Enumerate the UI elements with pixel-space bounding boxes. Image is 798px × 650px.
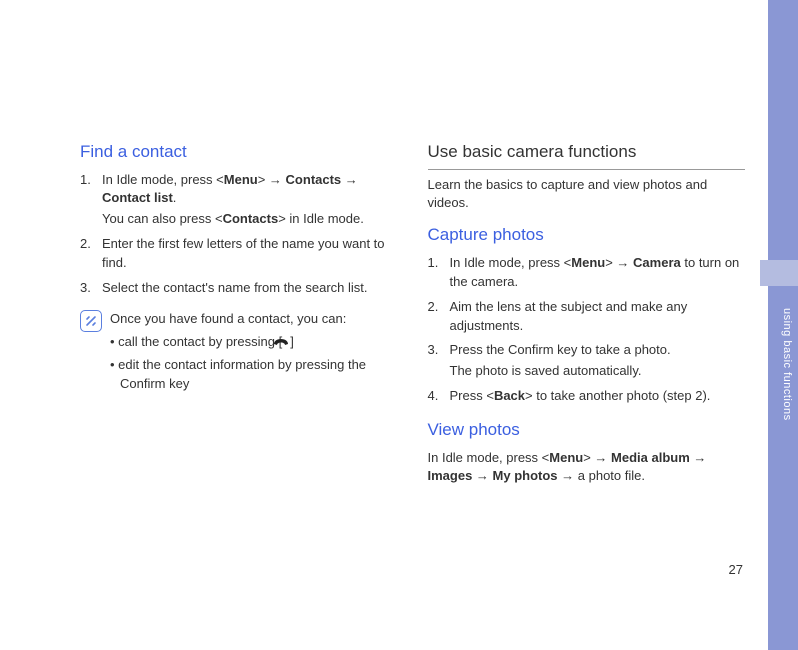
list-item: In Idle mode, press <Menu> → Contacts → …	[80, 171, 398, 230]
t: Contacts	[286, 172, 342, 187]
side-tab	[760, 260, 798, 286]
t: Contacts	[223, 211, 279, 226]
page-content: Find a contact In Idle mode, press <Menu…	[80, 140, 745, 486]
note-icon	[80, 310, 102, 332]
heading-find-contact: Find a contact	[80, 140, 398, 165]
t: My photos	[493, 468, 558, 483]
t: →	[472, 468, 492, 483]
page-number: 27	[729, 561, 743, 580]
t: Menu	[224, 172, 258, 187]
t: > in Idle mode.	[278, 211, 364, 226]
note-box: Once you have found a contact, you can: …	[80, 310, 398, 396]
view-photos-body: In Idle mode, press <Menu> → Media album…	[428, 449, 746, 487]
t: Camera	[633, 255, 681, 270]
t: In Idle mode, press <	[102, 172, 224, 187]
side-label: using basic functions	[778, 308, 794, 421]
camera-intro: Learn the basics to capture and view pho…	[428, 176, 746, 214]
t: Press <	[450, 388, 494, 403]
step1-sub: You can also press <Contacts> in Idle mo…	[102, 210, 398, 229]
list-item: Select the contact's name from the searc…	[80, 279, 398, 298]
heading-capture: Capture photos	[428, 223, 746, 248]
t: > →	[583, 450, 611, 465]
body-text: In Idle mode, press <Menu> → Contacts → …	[102, 172, 358, 206]
t: Menu	[549, 450, 583, 465]
note-intro: Once you have found a contact, you can:	[110, 310, 398, 329]
note-body: Once you have found a contact, you can: …	[110, 310, 398, 396]
list-item: Press the Confirm key to take a photo. T…	[428, 341, 746, 381]
left-column: Find a contact In Idle mode, press <Menu…	[80, 140, 398, 486]
heading-camera: Use basic camera functions	[428, 140, 746, 170]
t: ]	[290, 334, 294, 349]
cap-s3-sub: The photo is saved automatically.	[450, 362, 746, 381]
t: Menu	[571, 255, 605, 270]
note-bullets: • call the contact by pressing [] • edit…	[110, 333, 398, 395]
t: Media album	[611, 450, 690, 465]
list-item: • call the contact by pressing []	[110, 333, 398, 355]
t: Images	[428, 468, 473, 483]
t: You can also press <	[102, 211, 223, 226]
t: →	[341, 172, 358, 187]
t: • call the contact by pressing [	[110, 334, 282, 349]
list-item: Enter the first few letters of the name …	[80, 235, 398, 273]
find-contact-steps: In Idle mode, press <Menu> → Contacts → …	[80, 171, 398, 298]
t: > →	[605, 255, 633, 270]
t: → a photo file.	[558, 468, 645, 483]
capture-steps: In Idle mode, press <Menu> → Camera to t…	[428, 254, 746, 406]
heading-view-photos: View photos	[428, 418, 746, 443]
list-item: In Idle mode, press <Menu> → Camera to t…	[428, 254, 746, 292]
right-column: Use basic camera functions Learn the bas…	[428, 140, 746, 486]
t: →	[690, 450, 707, 465]
t: In Idle mode, press <	[428, 450, 550, 465]
t: .	[173, 190, 177, 205]
t: > →	[258, 172, 286, 187]
list-item: Press <Back> to take another photo (step…	[428, 387, 746, 406]
t: In Idle mode, press <	[450, 255, 572, 270]
t: Press the Confirm key to take a photo.	[450, 342, 671, 357]
call-key-icon	[282, 335, 290, 355]
list-item: • edit the contact information by pressi…	[110, 356, 398, 394]
t: Back	[494, 388, 525, 403]
list-item: Aim the lens at the subject and make any…	[428, 298, 746, 336]
t: Contact list	[102, 190, 173, 205]
t: > to take another photo (step 2).	[525, 388, 710, 403]
